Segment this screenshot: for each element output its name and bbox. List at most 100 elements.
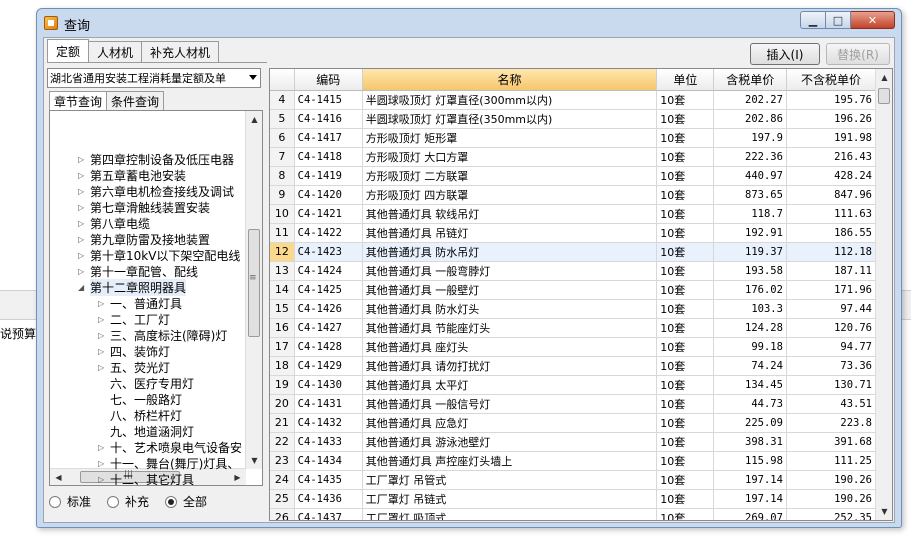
cell-row-number[interactable]: 8 <box>270 166 295 186</box>
cell-quota-code[interactable]: C4-1431 <box>294 394 363 414</box>
cell-quota-name[interactable]: 方形吸顶灯 矩形罩 <box>362 128 658 148</box>
cell-quota-name[interactable]: 其他普通灯具 一般弯脖灯 <box>362 261 658 281</box>
scroll-left-icon[interactable]: ◀ <box>50 469 67 485</box>
table-row[interactable]: 7 C4-1418 方形吸顶灯 大口方罩 10套 222.36 216.43 <box>270 147 877 167</box>
tab-chapter-query[interactable]: 章节查询 <box>49 91 108 110</box>
tree-node[interactable]: ▷ 第九章防雷及接地装置 <box>78 231 210 247</box>
table-row[interactable]: 13 C4-1424 其他普通灯具 一般弯脖灯 10套 193.58 187.11 <box>270 261 877 281</box>
cell-row-number[interactable]: 9 <box>270 185 295 205</box>
scroll-up-icon[interactable]: ▲ <box>246 111 262 128</box>
cell-quota-code[interactable]: C4-1436 <box>294 489 363 509</box>
tree-node[interactable]: 六、医疗专用灯 <box>98 375 194 391</box>
expand-triangle-icon[interactable]: ▷ <box>98 475 110 484</box>
cell-price-incl-tax[interactable]: 115.98 <box>713 451 787 471</box>
tree-node[interactable]: 九、地道涵洞灯 <box>98 423 194 439</box>
expand-triangle-icon[interactable]: ▷ <box>78 155 90 164</box>
cell-quota-code[interactable]: C4-1427 <box>294 318 363 338</box>
cell-quota-name[interactable]: 其他普通灯具 防水吊灯 <box>362 242 658 262</box>
cell-quota-name[interactable]: 其他普通灯具 吊链灯 <box>362 223 658 243</box>
cell-price-incl-tax[interactable]: 124.28 <box>713 318 787 338</box>
cell-unit[interactable]: 10套 <box>656 489 715 509</box>
cell-row-number[interactable]: 14 <box>270 280 295 300</box>
title-bar[interactable]: 查询 ▁ □ ✕ <box>37 9 901 37</box>
radio-button-icon[interactable] <box>107 495 120 508</box>
cell-price-excl-tax[interactable]: 171.96 <box>786 280 877 300</box>
cell-quota-name[interactable]: 其他普通灯具 声控座灯头墙上 <box>362 451 658 471</box>
cell-price-excl-tax[interactable]: 190.26 <box>786 489 877 509</box>
close-button[interactable]: ✕ <box>851 11 895 29</box>
table-row[interactable]: 18 C4-1429 其他普通灯具 请勿打扰灯 10套 74.24 73.36 <box>270 356 877 376</box>
cell-quota-code[interactable]: C4-1418 <box>294 147 363 167</box>
filter-radio-0[interactable]: 标准 <box>49 493 91 510</box>
cell-unit[interactable]: 10套 <box>656 432 715 452</box>
table-row[interactable]: 25 C4-1436 工厂罩灯 吊链式 10套 197.14 190.26 <box>270 489 877 509</box>
cell-unit[interactable]: 10套 <box>656 242 715 262</box>
column-header-code[interactable]: 编码 <box>294 69 363 91</box>
cell-unit[interactable]: 10套 <box>656 470 715 490</box>
cell-quota-name[interactable]: 工厂罩灯 吊管式 <box>362 470 658 490</box>
cell-price-excl-tax[interactable]: 112.18 <box>786 242 877 262</box>
cell-price-incl-tax[interactable]: 197.14 <box>713 489 787 509</box>
cell-unit[interactable]: 10套 <box>656 166 715 186</box>
cell-price-incl-tax[interactable]: 202.27 <box>713 90 787 110</box>
cell-quota-code[interactable]: C4-1428 <box>294 337 363 357</box>
cell-price-incl-tax[interactable]: 119.37 <box>713 242 787 262</box>
expand-triangle-icon[interactable]: ▷ <box>98 347 110 356</box>
cell-price-excl-tax[interactable]: 428.24 <box>786 166 877 186</box>
filter-radio-1[interactable]: 补充 <box>107 493 149 510</box>
tree-node[interactable]: ◢ 第十二章照明器具 <box>78 278 187 296</box>
cell-price-excl-tax[interactable]: 97.44 <box>786 299 877 319</box>
cell-price-incl-tax[interactable]: 44.73 <box>713 394 787 414</box>
cell-price-excl-tax[interactable]: 216.43 <box>786 147 877 167</box>
tree-node[interactable]: 八、桥栏杆灯 <box>98 407 182 423</box>
table-row[interactable]: 26 C4-1437 工厂罩灯 吸顶式 10套 269.07 252.35 <box>270 508 877 520</box>
tree-node[interactable]: ▷ 第八章电缆 <box>78 215 150 231</box>
column-header-unit[interactable]: 单位 <box>656 69 715 91</box>
cell-row-number[interactable]: 19 <box>270 375 295 395</box>
cell-price-incl-tax[interactable]: 222.36 <box>713 147 787 167</box>
tree-node[interactable]: ▷ 第四章控制设备及低压电器 <box>78 151 234 167</box>
tree-node[interactable]: ▷ 第十章10kV以下架空配电线 <box>78 247 240 263</box>
cell-quota-code[interactable]: C4-1420 <box>294 185 363 205</box>
table-row[interactable]: 22 C4-1433 其他普通灯具 游泳池壁灯 10套 398.31 391.68 <box>270 432 877 452</box>
cell-unit[interactable]: 10套 <box>656 508 715 520</box>
cell-row-number[interactable]: 20 <box>270 394 295 414</box>
minimize-button[interactable]: ▁ <box>800 11 826 29</box>
quota-library-select[interactable]: 湖北省通用安装工程消耗量定额及单 <box>47 68 261 88</box>
tree-vertical-scrollbar[interactable]: ▲ ≡ ▼ <box>245 111 262 469</box>
cell-row-number[interactable]: 11 <box>270 223 295 243</box>
radio-button-icon[interactable] <box>165 495 178 508</box>
cell-quota-name[interactable]: 其他普通灯具 节能座灯头 <box>362 318 658 338</box>
cell-price-incl-tax[interactable]: 134.45 <box>713 375 787 395</box>
cell-price-excl-tax[interactable]: 391.68 <box>786 432 877 452</box>
cell-unit[interactable]: 10套 <box>656 204 715 224</box>
tree-node[interactable]: ▷ 十一、舞台(舞厅)灯具、 <box>98 455 239 471</box>
cell-quota-code[interactable]: C4-1430 <box>294 375 363 395</box>
table-row[interactable]: 5 C4-1416 半圆球吸顶灯 灯罩直径(350mm以内) 10套 202.86 196… <box>270 109 877 129</box>
cell-unit[interactable]: 10套 <box>656 185 715 205</box>
cell-price-incl-tax[interactable]: 269.07 <box>713 508 787 520</box>
cell-price-excl-tax[interactable]: 73.36 <box>786 356 877 376</box>
cell-quota-code[interactable]: C4-1416 <box>294 109 363 129</box>
scroll-down-icon[interactable]: ▼ <box>246 452 262 469</box>
filter-radio-2[interactable]: 全部 <box>165 493 207 510</box>
cell-unit[interactable]: 10套 <box>656 356 715 376</box>
chapter-tree[interactable]: ▲ ≡ ▼ ◀ ||| ▶ ▷ 第四章控制设备及低压电器 ▷ 第五章蓄电池安装 ▷ 第六章… <box>49 110 263 486</box>
cell-unit[interactable]: 10套 <box>656 337 715 357</box>
replace-button[interactable]: 替换(R) <box>826 43 890 65</box>
cell-price-incl-tax[interactable]: 202.86 <box>713 109 787 129</box>
cell-row-number[interactable]: 17 <box>270 337 295 357</box>
scroll-right-icon[interactable]: ▶ <box>229 469 246 485</box>
cell-price-excl-tax[interactable]: 196.26 <box>786 109 877 129</box>
cell-price-excl-tax[interactable]: 191.98 <box>786 128 877 148</box>
cell-row-number[interactable]: 13 <box>270 261 295 281</box>
cell-price-incl-tax[interactable]: 398.31 <box>713 432 787 452</box>
cell-unit[interactable]: 10套 <box>656 147 715 167</box>
cell-quota-code[interactable]: C4-1432 <box>294 413 363 433</box>
cell-price-excl-tax[interactable]: 111.63 <box>786 204 877 224</box>
cell-quota-name[interactable]: 工厂罩灯 吸顶式 <box>362 508 658 520</box>
column-header-name[interactable]: 名称 <box>362 69 658 91</box>
cell-row-number[interactable]: 23 <box>270 451 295 471</box>
cell-row-number[interactable]: 15 <box>270 299 295 319</box>
cell-price-excl-tax[interactable]: 186.55 <box>786 223 877 243</box>
